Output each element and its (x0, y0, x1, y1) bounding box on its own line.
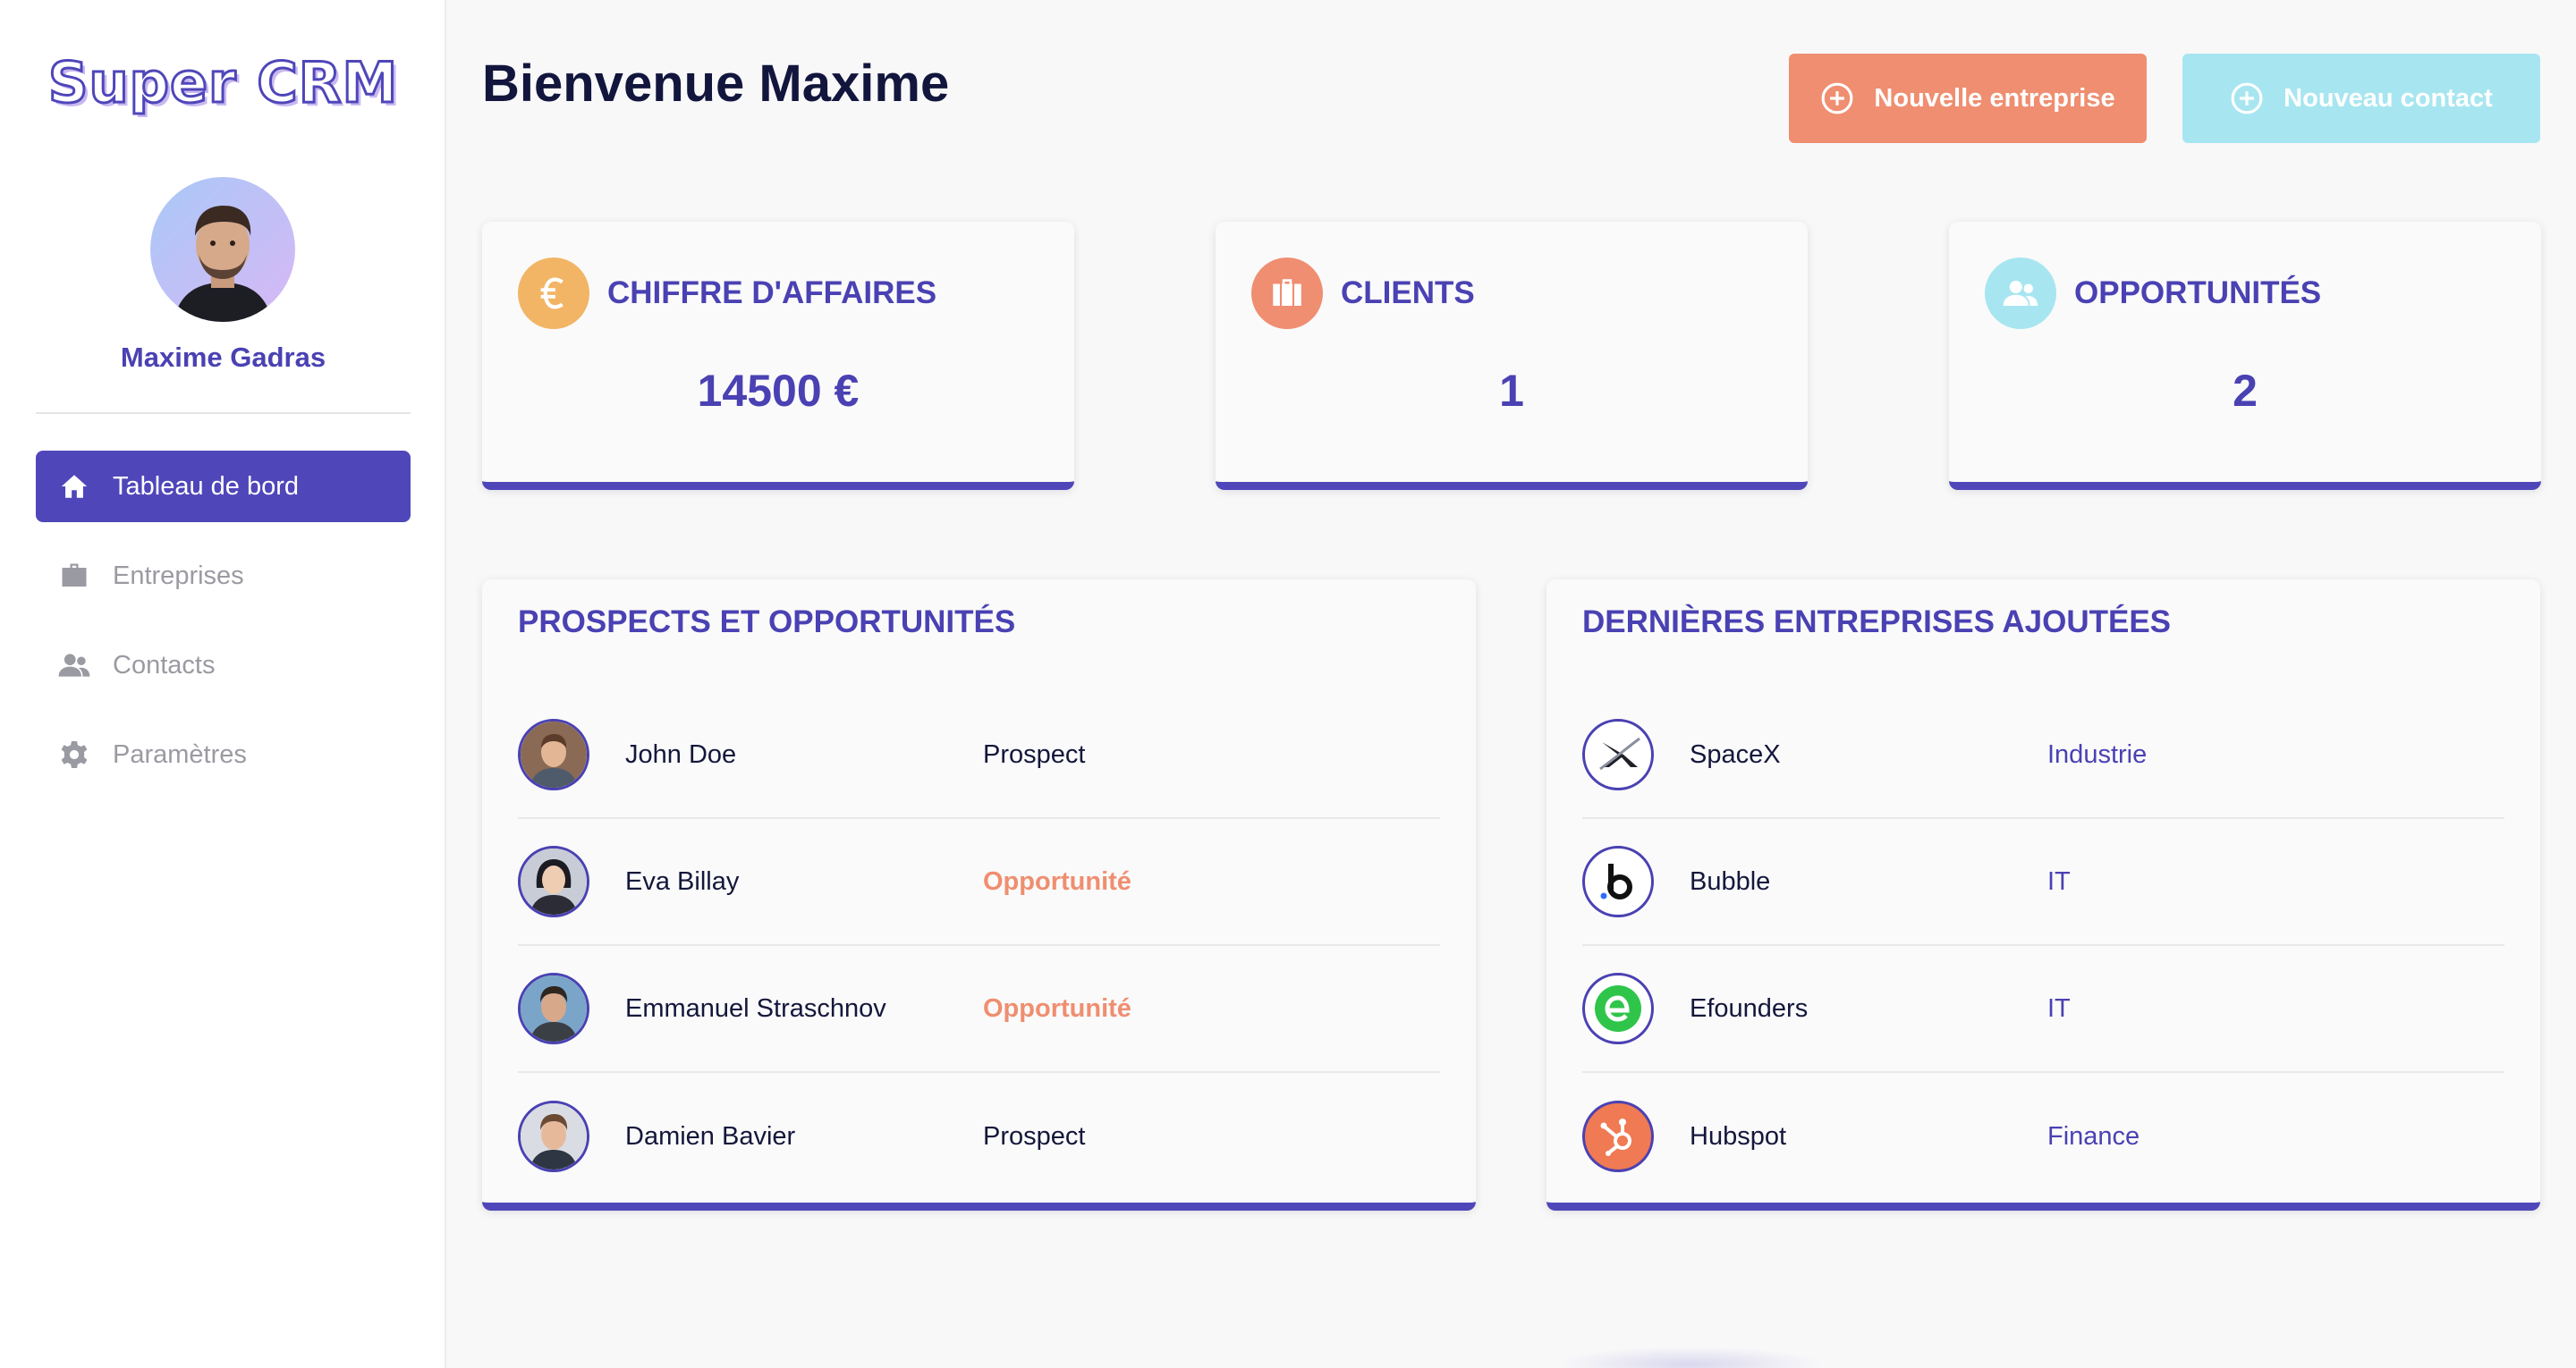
list-item[interactable]: Damien Bavier Prospect (518, 1073, 1440, 1200)
sidebar-item-label: Tableau de bord (113, 471, 299, 501)
stat-label: CHIFFRE D'AFFAIRES (607, 275, 937, 310)
list-item[interactable]: Emmanuel Straschnov Opportunité (518, 946, 1440, 1073)
contact-name: Damien Bavier (625, 1121, 796, 1151)
stat-label: OPPORTUNITÉS (2074, 275, 2322, 310)
sidebar-item-label: Entreprises (113, 561, 244, 590)
stat-value: 1 (1499, 366, 1524, 416)
contact-name: John Doe (625, 739, 737, 769)
prospects-panel: PROSPECTS ET OPPORTUNITÉS John Doe Prosp… (482, 579, 1476, 1211)
stat-value: 2 (2233, 366, 2258, 416)
company-sector: IT (2047, 993, 2071, 1023)
new-company-label: Nouvelle entreprise (1874, 83, 2115, 113)
new-contact-label: Nouveau contact (2284, 83, 2493, 113)
avatar (518, 1101, 589, 1172)
contact-name: Emmanuel Straschnov (625, 993, 886, 1023)
sidebar-item-label: Paramètres (113, 739, 247, 769)
sidebar-item-dashboard[interactable]: Tableau de bord (36, 451, 411, 522)
new-contact-button[interactable]: Nouveau contact (2182, 54, 2540, 143)
list-item[interactable]: Hubspot Finance (1582, 1073, 2504, 1200)
company-name: Bubble (1690, 866, 1771, 896)
list-item[interactable]: SpaceX Industrie (1582, 692, 2504, 819)
list-item[interactable]: John Doe Prospect (518, 692, 1440, 819)
company-sector: Finance (2047, 1121, 2140, 1151)
contact-name: Eva Billay (625, 866, 740, 896)
people-icon (57, 648, 91, 682)
euro-icon (518, 258, 589, 329)
contact-status: Prospect (983, 739, 1086, 769)
briefcase-icon (1251, 258, 1323, 329)
stat-card-revenue: CHIFFRE D'AFFAIRES 14500 € (482, 222, 1074, 490)
list-item[interactable]: Bubble IT (1582, 819, 2504, 946)
spacex-logo (1582, 719, 1654, 790)
company-sector: IT (2047, 866, 2071, 896)
plus-circle-icon (1822, 82, 1853, 114)
main-content: Bienvenue Maxime Nouvelle entreprise Nou… (446, 0, 2576, 1368)
company-name: SpaceX (1690, 739, 1781, 769)
sidebar-item-companies[interactable]: Entreprises (36, 540, 411, 612)
company-name: Hubspot (1690, 1121, 1787, 1151)
contact-status: Opportunité (983, 993, 1131, 1023)
avatar (518, 973, 589, 1044)
companies-panel: DERNIÈRES ENTREPRISES AJOUTÉES SpaceX In… (1546, 579, 2540, 1211)
app-logo[interactable]: Super CRM (0, 49, 446, 117)
stat-card-clients: CLIENTS 1 (1216, 222, 1808, 490)
contact-status: Opportunité (983, 866, 1131, 896)
decorative-glow (1555, 1347, 1824, 1368)
sidebar-item-label: Contacts (113, 650, 216, 680)
contact-status: Prospect (983, 1121, 1086, 1151)
briefcase-icon (57, 559, 91, 593)
sidebar-nav: Tableau de bord Entreprises Contacts Par… (36, 451, 411, 808)
company-sector: Industrie (2047, 739, 2148, 769)
avatar (518, 719, 589, 790)
page-title: Bienvenue Maxime (482, 55, 950, 113)
sidebar-item-settings[interactable]: Paramètres (36, 719, 411, 790)
user-name: Maxime Gadras (120, 342, 326, 373)
panel-title: DERNIÈRES ENTREPRISES AJOUTÉES (1582, 604, 2172, 639)
list-item[interactable]: Efounders IT (1582, 946, 2504, 1073)
hubspot-logo (1582, 1101, 1654, 1172)
companies-list: SpaceX Industrie Bubble IT Efounders IT (1582, 692, 2504, 1200)
company-name: Efounders (1690, 993, 1809, 1023)
sidebar: Super CRM Maxime Gadras Tableau de bord (0, 0, 446, 1368)
sidebar-divider (36, 412, 411, 414)
stat-value: 14500 € (697, 366, 860, 416)
home-icon (57, 469, 91, 503)
panel-title: PROSPECTS ET OPPORTUNITÉS (518, 604, 1016, 639)
efounders-logo (1582, 973, 1654, 1044)
plus-circle-icon (2231, 82, 2263, 114)
new-company-button[interactable]: Nouvelle entreprise (1789, 54, 2147, 143)
people-icon (1985, 258, 2056, 329)
list-item[interactable]: Eva Billay Opportunité (518, 819, 1440, 946)
sidebar-item-contacts[interactable]: Contacts (36, 629, 411, 701)
stat-label: CLIENTS (1341, 275, 1475, 310)
prospects-list: John Doe Prospect Eva Billay Opportunité… (518, 692, 1440, 1200)
gear-icon (57, 738, 91, 772)
stat-card-opportunities: OPPORTUNITÉS 2 (1949, 222, 2541, 490)
user-avatar[interactable] (150, 177, 295, 322)
avatar (518, 846, 589, 917)
bubble-logo (1582, 846, 1654, 917)
